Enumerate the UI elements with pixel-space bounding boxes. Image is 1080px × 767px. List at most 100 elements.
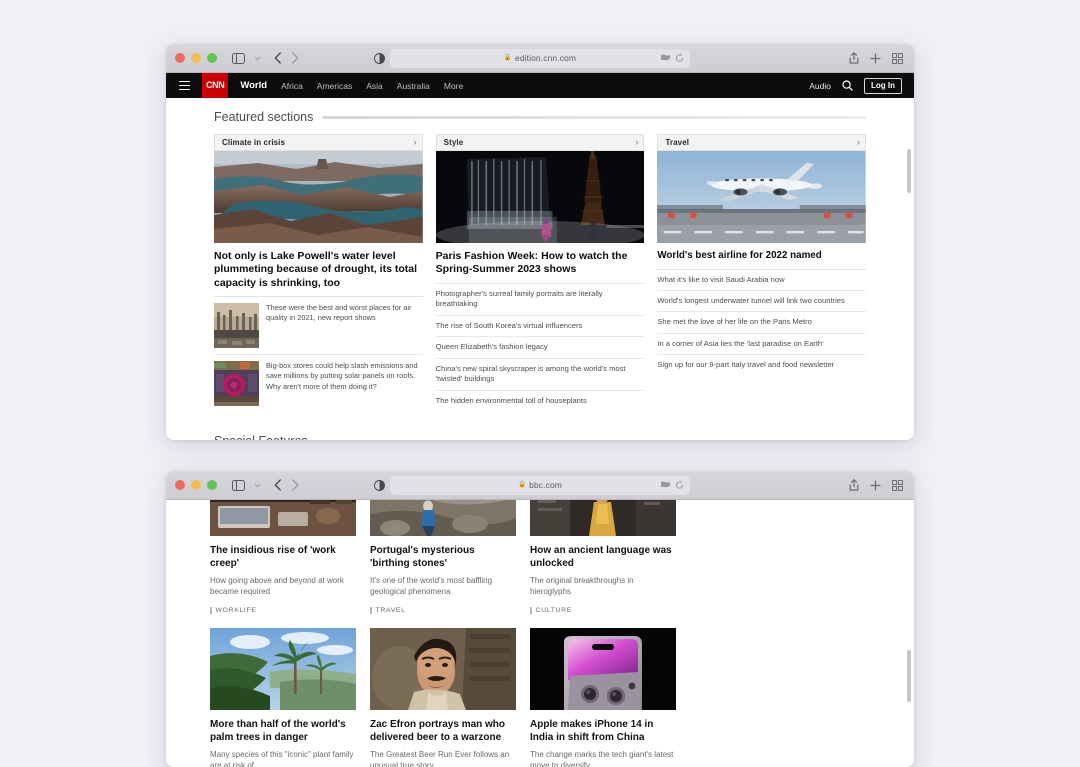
card-image-work-creep[interactable] [210,500,356,536]
list-item[interactable]: Queen Elizabeth's fashion legacy [435,337,645,359]
hero-image-paris-fashion-week[interactable] [435,151,645,243]
zoom-button[interactable] [207,53,217,63]
section-title: Special Features [214,434,308,440]
hamburger-icon[interactable] [179,80,190,91]
address-bar-cnn[interactable]: 🔒 edition.cnn.com [390,48,690,68]
list-item[interactable]: The rise of South Korea's virtual influe… [435,316,645,338]
vertical-scrollbar-bbc[interactable] [907,650,911,702]
card-title[interactable]: Zac Efron portrays man who delivered bee… [370,710,516,744]
card-title[interactable]: The insidious rise of 'work creep' [210,536,356,570]
traffic-lights-cnn[interactable] [175,53,217,63]
bbc-card[interactable]: Portugal's mysterious 'birthing stones' … [370,500,516,614]
nav-item-americas[interactable]: Americas [317,81,352,91]
bbc-card[interactable]: Apple makes iPhone 14 in India in shift … [530,627,676,767]
bbc-card[interactable]: Zac Efron portrays man who delivered bee… [370,627,516,767]
browser-window-cnn[interactable]: 🔒 edition.cnn.com CNN World Africa Ameri… [166,44,914,440]
chevron-down-icon[interactable] [254,483,261,488]
chevron-down-icon[interactable] [254,56,261,61]
thumb-list-item[interactable]: These were the best and worst places for… [214,297,423,356]
bbc-card[interactable]: How an ancient language was unlocked The… [530,500,676,614]
list-item[interactable]: What it's like to visit Saudi Arabia now [657,270,867,291]
list-item[interactable]: Photographer's surreal family portraits … [435,284,645,316]
cnn-nav-links[interactable]: World Africa Americas Asia Australia Mor… [240,80,463,91]
share-icon[interactable] [849,52,859,64]
nav-item-australia[interactable]: Australia [397,81,430,91]
search-icon[interactable] [842,80,853,91]
minimize-button[interactable] [191,53,201,63]
nav-item-more[interactable]: More [444,81,463,91]
thumbnail-smoggy-city[interactable] [214,303,259,349]
column-headline[interactable]: Paris Fashion Week: How to watch the Spr… [436,243,645,283]
sidebar-icon[interactable] [232,479,245,491]
hero-image-lake-powell[interactable] [214,151,423,243]
nav-item-asia[interactable]: Asia [366,81,383,91]
close-button[interactable] [175,480,185,490]
card-image-ancient-language[interactable] [530,500,676,536]
list-item[interactable]: In a corner of Asia lies the 'last parad… [657,334,867,356]
card-image-zac-efron[interactable] [370,627,516,710]
card-title[interactable]: How an ancient language was unlocked [530,536,676,570]
cnn-logo[interactable]: CNN [202,73,229,98]
cnn-nav-right: Audio Log In [809,73,902,98]
browser-window-bbc[interactable]: 🔒 bbc.com The insidious rise of 'work cr… [166,471,914,767]
forward-arrow-icon[interactable] [291,52,299,64]
list-item[interactable]: China's new spiral skyscraper is among t… [435,359,645,391]
back-arrow-icon[interactable] [274,52,282,64]
vertical-scrollbar-cnn[interactable] [907,149,911,193]
chevron-right-icon[interactable]: › [414,138,417,147]
sidebar-icon[interactable] [232,52,245,64]
minimize-button[interactable] [191,480,201,490]
column-header[interactable]: Travel › [657,134,867,151]
card-title[interactable]: Apple makes iPhone 14 in India in shift … [530,710,676,744]
chevron-right-icon[interactable]: › [857,138,860,147]
thumb-list-item[interactable]: Big-box stores could help slash emission… [214,355,423,412]
traffic-lights-bbc[interactable] [175,480,217,490]
reload-icon[interactable] [675,53,684,63]
zoom-button[interactable] [207,480,217,490]
reload-icon[interactable] [675,480,684,490]
lock-icon: 🔒 [518,480,527,488]
contrast-icon[interactable] [374,53,385,64]
tab-overview-icon[interactable] [892,479,903,491]
card-image-birthing-stones[interactable] [370,500,516,536]
address-bar-bbc[interactable]: 🔒 bbc.com [390,475,690,495]
share-icon[interactable] [849,479,859,491]
thumbnail-target-store[interactable] [214,361,259,407]
hero-image-airplane-takeoff[interactable] [657,151,867,243]
list-item[interactable]: The hidden environmental toll of housepl… [436,391,645,411]
list-item[interactable]: World's longest underwater tunnel will l… [657,291,867,313]
back-arrow-icon[interactable] [274,479,282,491]
contrast-icon[interactable] [374,480,385,491]
list-item[interactable]: Sign up for our 9-part Italy travel and … [657,355,866,375]
audio-link[interactable]: Audio [809,81,831,91]
new-tab-icon[interactable] [870,52,881,64]
shield-icon[interactable] [660,481,671,490]
close-button[interactable] [175,53,185,63]
list-item[interactable]: She met the love of her life on the Pari… [657,312,867,334]
chevron-right-icon[interactable]: › [635,138,638,147]
tab-overview-icon[interactable] [892,52,903,64]
card-title[interactable]: Portugal's mysterious 'birthing stones' [370,536,516,570]
card-tag[interactable]: TRAVEL [370,598,516,614]
bbc-card[interactable]: More than half of the world's palm trees… [210,627,356,767]
card-tag[interactable]: WORKLIFE [210,598,356,614]
card-image-iphone-14[interactable] [530,627,676,710]
card-tag[interactable]: CULTURE [530,598,676,614]
shield-icon[interactable] [660,54,671,63]
bbc-card[interactable]: The insidious rise of 'work creep' How g… [210,500,356,614]
nav-item-africa[interactable]: Africa [281,81,303,91]
login-button[interactable]: Log In [864,77,902,94]
card-title[interactable]: More than half of the world's palm trees… [210,710,356,744]
column-header[interactable]: Style › [435,134,645,151]
column-header[interactable]: Climate in crisis › [214,134,423,151]
nav-item-world[interactable]: World [240,80,267,91]
card-summary: It's one of the world's most baffling ge… [370,576,493,597]
page-viewport-cnn: CNN World Africa Americas Asia Australia… [166,73,914,440]
section-title: Featured sections [214,110,314,124]
forward-arrow-icon[interactable] [291,479,299,491]
column-headline[interactable]: Not only is Lake Powell's water level pl… [214,243,423,296]
card-image-palm-trees[interactable] [210,627,356,710]
column-label: Climate in crisis [222,138,286,147]
column-headline[interactable]: World's best airline for 2022 named [657,243,866,269]
new-tab-icon[interactable] [870,479,881,491]
